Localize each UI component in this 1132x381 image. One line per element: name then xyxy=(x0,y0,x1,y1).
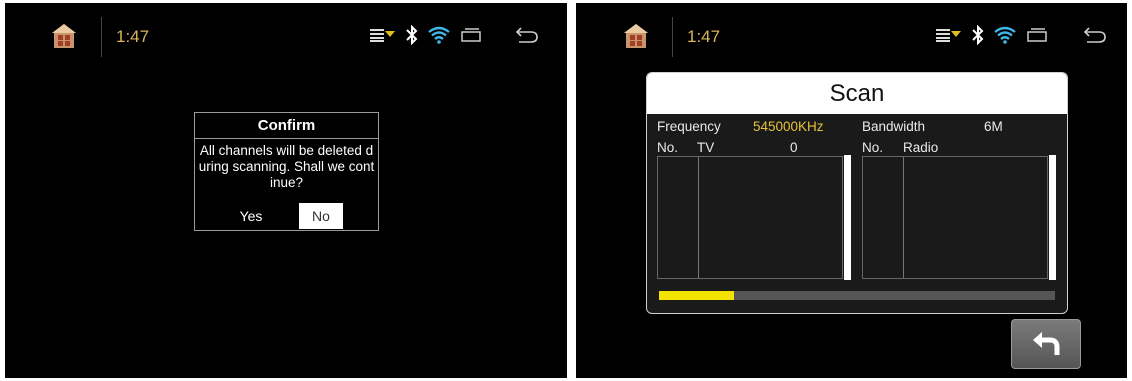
frequency-value: 545000KHz xyxy=(753,119,824,134)
back-arrow-icon[interactable] xyxy=(513,25,539,45)
yes-button[interactable]: Yes xyxy=(227,203,275,229)
bluetooth-icon[interactable] xyxy=(406,25,418,45)
left-screen: 1:47 Confirm All channels will be delete… xyxy=(5,3,567,378)
frequency-label: Frequency xyxy=(657,119,721,134)
bluetooth-icon[interactable] xyxy=(972,25,984,45)
home-icon[interactable] xyxy=(622,22,650,50)
radio-list-scrollbar[interactable] xyxy=(1049,155,1056,280)
bandwidth-value: 6M xyxy=(984,119,1003,134)
status-divider xyxy=(672,17,673,57)
recent-apps-icon[interactable] xyxy=(1026,27,1048,43)
column-divider xyxy=(698,157,699,278)
clock: 1:47 xyxy=(687,27,721,46)
dialog-message: All channels will be deleted d uring sca… xyxy=(195,139,378,191)
menu-dropdown-icon[interactable] xyxy=(936,28,962,42)
dialog-title: Confirm xyxy=(195,113,378,139)
dialog-message-line: All channels will be deleted d xyxy=(199,143,374,158)
scan-title: Scan xyxy=(647,73,1067,114)
clock: 1:47 xyxy=(116,27,150,46)
tv-list-scrollbar[interactable] xyxy=(844,155,851,280)
status-icons xyxy=(936,25,1058,45)
radio-header: Radio xyxy=(903,140,939,155)
wifi-icon[interactable] xyxy=(428,26,450,44)
tv-count: 0 xyxy=(790,140,798,155)
tv-no-header: No. xyxy=(657,140,679,155)
dialog-message-line: uring scanning. Shall we cont xyxy=(198,159,375,174)
scan-progress-bar xyxy=(659,291,1055,300)
right-screen: 1:47 Scan Frequency 545000KHz Bandwidth … xyxy=(576,3,1127,378)
scan-dialog: Scan Frequency 545000KHz Bandwidth 6M No… xyxy=(646,72,1068,314)
radio-channel-list[interactable] xyxy=(862,156,1048,279)
status-divider xyxy=(101,17,102,57)
return-button[interactable] xyxy=(1011,319,1081,369)
scan-progress-fill xyxy=(659,291,735,300)
menu-dropdown-icon[interactable] xyxy=(370,28,396,42)
radio-no-header: No. xyxy=(862,140,884,155)
recent-apps-icon[interactable] xyxy=(460,27,482,43)
wifi-icon[interactable] xyxy=(994,26,1016,44)
home-icon[interactable] xyxy=(50,22,78,50)
no-button[interactable]: No xyxy=(299,203,343,229)
back-arrow-icon[interactable] xyxy=(1081,25,1107,45)
dialog-buttons: Yes No xyxy=(195,203,378,229)
return-arrow-icon xyxy=(1033,332,1060,355)
tv-header: TV xyxy=(697,140,715,155)
dialog-message-line: inue? xyxy=(269,175,304,190)
status-icons xyxy=(370,25,492,45)
bandwidth-label: Bandwidth xyxy=(862,119,926,134)
tv-channel-list[interactable] xyxy=(657,156,843,279)
column-divider xyxy=(903,157,904,278)
confirm-dialog: Confirm All channels will be deleted d u… xyxy=(194,112,379,231)
